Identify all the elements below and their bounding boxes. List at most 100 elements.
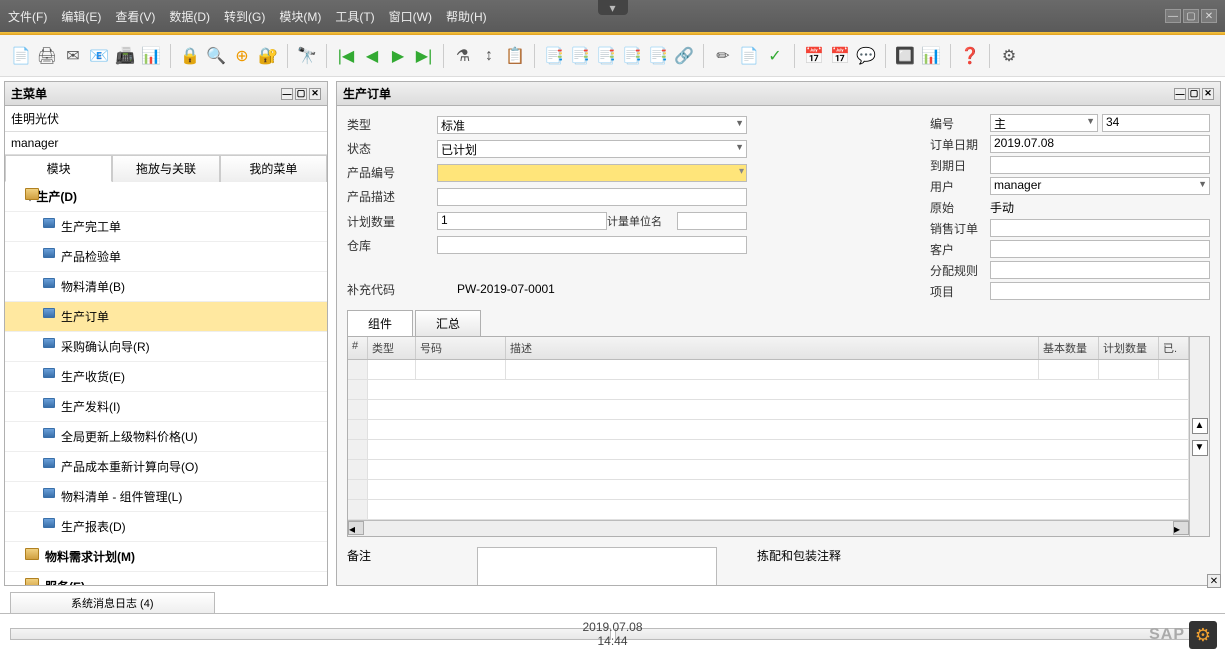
no-value-field[interactable]: 34 [1102, 114, 1210, 132]
tab-drag-rel[interactable]: 拖放与关联 [112, 155, 219, 182]
tree-prod-report[interactable]: 生产报表(D) [5, 512, 327, 542]
product-desc-field[interactable] [437, 188, 747, 206]
print-icon[interactable]: 🖨 [36, 45, 58, 67]
tree-bom[interactable]: 物料清单(B) [5, 272, 327, 302]
maximize-icon[interactable]: ▢ [1183, 9, 1199, 23]
col-code[interactable]: 号码 [416, 337, 506, 359]
excel-icon[interactable]: 📊 [140, 45, 162, 67]
refresh-lock-icon[interactable]: 🔐 [257, 45, 279, 67]
uom-field[interactable] [677, 212, 747, 230]
tab-my-menu[interactable]: 我的菜单 [220, 155, 327, 182]
menu-tools[interactable]: 工具(T) [335, 8, 374, 25]
minimize-icon[interactable]: — [1165, 9, 1181, 23]
msg-icon[interactable]: 💬 [855, 45, 877, 67]
menu-data[interactable]: 数据(D) [169, 8, 210, 25]
target-doc-icon[interactable]: 📑 [569, 45, 591, 67]
order-date-field[interactable]: 2019.07.08 [990, 135, 1210, 153]
menu-help[interactable]: 帮助(H) [446, 8, 487, 25]
form-close-icon[interactable]: ✕ [1202, 88, 1214, 100]
menu-goto[interactable]: 转到(G) [224, 8, 265, 25]
col-num[interactable]: # [348, 337, 368, 359]
sms-icon[interactable]: 📧 [88, 45, 110, 67]
scroll-right-icon[interactable]: ▸ [1173, 521, 1189, 535]
form-max-icon[interactable]: ▢ [1188, 88, 1200, 100]
binoculars-icon[interactable]: 🔭 [296, 45, 318, 67]
tree-bom-mgmt[interactable]: 物料清单 - 组件管理(L) [5, 482, 327, 512]
tree-service[interactable]: 服务(E) [5, 572, 327, 585]
tree-icon[interactable]: 🔲 [894, 45, 916, 67]
col-type[interactable]: 类型 [368, 337, 416, 359]
form-min-icon[interactable]: — [1174, 88, 1186, 100]
tree-completed[interactable]: 生产完工单 [5, 212, 327, 242]
col-base-qty[interactable]: 基本数量 [1039, 337, 1099, 359]
layout-icon[interactable]: ✏ [712, 45, 734, 67]
status-close-icon[interactable]: ✕ [1207, 574, 1221, 588]
document-icon[interactable]: 📋 [504, 45, 526, 67]
first-icon[interactable]: |◀ [335, 45, 357, 67]
notch-dropdown[interactable]: ▾ [598, 0, 628, 15]
approve-icon[interactable]: ✓ [764, 45, 786, 67]
filter-icon[interactable]: ⚗ [452, 45, 474, 67]
no-series-field[interactable]: 主 [990, 114, 1098, 132]
tree-receipt[interactable]: 生产收货(E) [5, 362, 327, 392]
grid-hscroll[interactable]: ◂ ▸ [348, 520, 1189, 536]
panel-max-icon[interactable]: ▢ [295, 88, 307, 100]
link-icon[interactable]: 🔗 [673, 45, 695, 67]
add-icon[interactable]: ⊕ [231, 45, 253, 67]
base-doc-icon[interactable]: 📑 [543, 45, 565, 67]
alert-icon[interactable]: 📅 [829, 45, 851, 67]
next-icon[interactable]: ▶ [387, 45, 409, 67]
tab-modules[interactable]: 模块 [5, 155, 112, 182]
calendar-icon[interactable]: 📅 [803, 45, 825, 67]
project-field[interactable] [990, 282, 1210, 300]
find-icon[interactable]: 🔍 [205, 45, 227, 67]
new-doc-icon[interactable]: 📄 [738, 45, 760, 67]
doc3-icon[interactable]: 📑 [595, 45, 617, 67]
status-tab-log[interactable]: 系统消息日志 (4) [10, 592, 215, 613]
user-field[interactable]: manager [990, 177, 1210, 195]
grid-body[interactable] [348, 360, 1189, 520]
tree-inspection[interactable]: 产品检验单 [5, 242, 327, 272]
close-icon[interactable]: ✕ [1201, 9, 1217, 23]
menu-modules[interactable]: 模块(M) [279, 8, 321, 25]
dist-rule-field[interactable] [990, 261, 1210, 279]
col-desc[interactable]: 描述 [506, 337, 1039, 359]
fax-icon[interactable]: 📠 [114, 45, 136, 67]
tree-issue[interactable]: 生产发料(I) [5, 392, 327, 422]
sort-icon[interactable]: ↕ [478, 45, 500, 67]
last-icon[interactable]: ▶| [413, 45, 435, 67]
tab-summary[interactable]: 汇总 [415, 310, 481, 336]
tree-mrp[interactable]: 物料需求计划(M) [5, 542, 327, 572]
col-plan-qty[interactable]: 计划数量 [1099, 337, 1159, 359]
tree-production[interactable]: ▾ 生产(D) [5, 182, 327, 212]
gear-icon[interactable]: ⚙ [1189, 621, 1217, 649]
type-field[interactable]: 标准 [437, 116, 747, 134]
due-date-field[interactable] [990, 156, 1210, 174]
new-icon[interactable]: 📄 [10, 45, 32, 67]
col-done[interactable]: 已. [1159, 337, 1189, 359]
customer-field[interactable] [990, 240, 1210, 258]
row-down-icon[interactable]: ▼ [1192, 440, 1208, 456]
menu-window[interactable]: 窗口(W) [389, 8, 432, 25]
lock-icon[interactable]: 🔒 [179, 45, 201, 67]
sales-order-field[interactable] [990, 219, 1210, 237]
doc5-icon[interactable]: 📑 [647, 45, 669, 67]
row-up-icon[interactable]: ▲ [1192, 418, 1208, 434]
remark-textarea[interactable] [477, 547, 717, 586]
prev-icon[interactable]: ◀ [361, 45, 383, 67]
warehouse-field[interactable] [437, 236, 747, 254]
product-no-field[interactable] [437, 164, 747, 182]
status-field[interactable]: 已计划 [437, 140, 747, 158]
plan-qty-field[interactable]: 1 [437, 212, 607, 230]
help-icon[interactable]: ❓ [959, 45, 981, 67]
panel-close-icon[interactable]: ✕ [309, 88, 321, 100]
menu-file[interactable]: 文件(F) [8, 8, 47, 25]
tree-prod-order[interactable]: 生产订单 [5, 302, 327, 332]
settings-icon[interactable]: ⚙ [998, 45, 1020, 67]
tree-global-price[interactable]: 全局更新上级物料价格(U) [5, 422, 327, 452]
scroll-left-icon[interactable]: ◂ [348, 521, 364, 535]
panel-min-icon[interactable]: — [281, 88, 293, 100]
tab-components[interactable]: 组件 [347, 310, 413, 336]
tree-purchase-wizard[interactable]: 采购确认向导(R) [5, 332, 327, 362]
chart-icon[interactable]: 📊 [920, 45, 942, 67]
